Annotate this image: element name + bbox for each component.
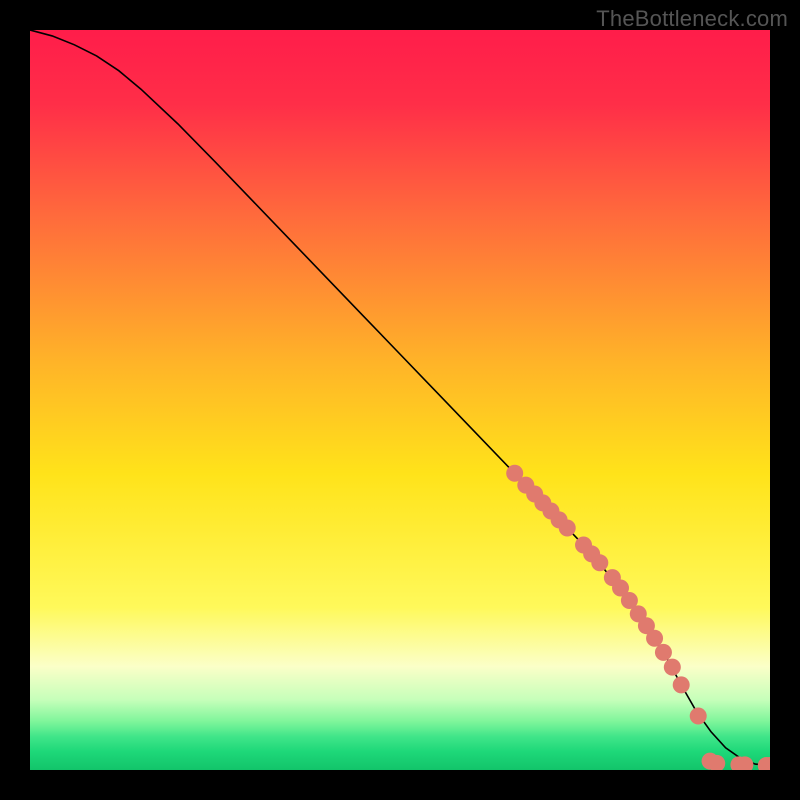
data-marker	[673, 676, 690, 693]
data-marker	[559, 520, 576, 537]
chart-plot	[30, 30, 770, 770]
data-marker	[655, 644, 672, 661]
chart-frame: TheBottleneck.com	[0, 0, 800, 800]
data-marker	[690, 707, 707, 724]
data-marker	[664, 659, 681, 676]
data-marker	[646, 630, 663, 647]
data-marker	[591, 554, 608, 571]
watermark-text: TheBottleneck.com	[596, 6, 788, 32]
